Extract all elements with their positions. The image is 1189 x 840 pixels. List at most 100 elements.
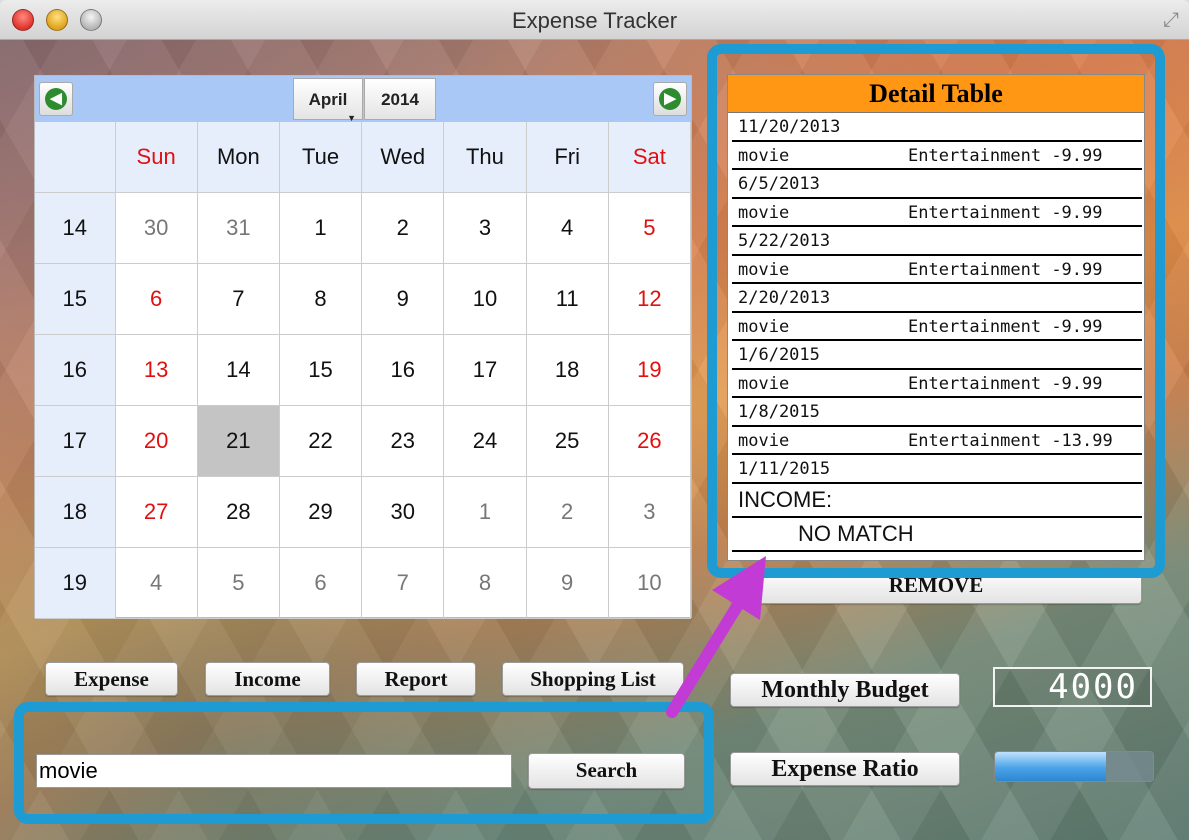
calendar-day[interactable]: 31 [197, 193, 280, 264]
calendar-day[interactable]: 3 [444, 193, 527, 264]
entry-amount: -9.99 [1051, 316, 1103, 337]
entry-name: movie [738, 430, 790, 451]
entry-category: Entertainment [908, 202, 1042, 223]
calendar-day[interactable]: 26 [608, 406, 691, 477]
entry-category: Entertainment [908, 430, 1042, 451]
expense-button[interactable]: Expense [45, 662, 178, 696]
calendar-day[interactable]: 24 [444, 406, 527, 477]
calendar-day[interactable]: 25 [526, 406, 609, 477]
calendar-day[interactable]: 5 [608, 193, 691, 264]
detail-entry-row[interactable]: movie Entertainment -9.99 [732, 313, 1142, 341]
detail-entry-row[interactable]: movie Entertainment -9.99 [732, 370, 1142, 398]
entry-category: Entertainment [908, 373, 1042, 394]
detail-entry-row[interactable]: movie Entertainment -9.99 [732, 199, 1142, 227]
calendar-day[interactable]: 17 [444, 335, 527, 406]
entry-amount: -13.99 [1051, 430, 1113, 451]
calendar-day[interactable]: 13 [115, 335, 198, 406]
calendar-day[interactable]: 12 [608, 264, 691, 335]
calendar-day[interactable]: 9 [362, 264, 445, 335]
no-match-text: NO MATCH [732, 518, 1142, 552]
detail-entry-row[interactable]: movie Entertainment -9.99 [732, 256, 1142, 284]
calendar-day[interactable]: 11 [526, 264, 609, 335]
shopping-list-button[interactable]: Shopping List [502, 662, 684, 696]
calendar-day[interactable]: 6 [279, 548, 363, 619]
entry-amount: -9.99 [1051, 259, 1103, 280]
year-select[interactable]: 2014 [364, 78, 436, 120]
calendar-day[interactable]: 10 [608, 548, 691, 619]
calendar-day[interactable]: 28 [197, 477, 280, 548]
calendar-day[interactable]: 14 [197, 335, 280, 406]
calendar-day[interactable]: 22 [279, 406, 363, 477]
calendar-day[interactable]: 4 [115, 548, 198, 619]
entry-amount: -9.99 [1051, 373, 1103, 394]
detail-table-rows: 11/20/2013 movie Entertainment -9.99 6/5/20… [728, 113, 1144, 455]
calendar-day[interactable]: 15 [279, 335, 363, 406]
calendar-day[interactable]: 2 [526, 477, 609, 548]
calendar-day[interactable]: 29 [279, 477, 363, 548]
detail-entry-row[interactable]: movie Entertainment -13.99 [732, 427, 1142, 455]
right-arrow-icon: ▶ [659, 88, 681, 110]
monthly-budget-button[interactable]: Monthly Budget [730, 673, 960, 707]
detail-last-date[interactable]: 1/11/2015 [732, 455, 1142, 484]
entry-category-amount: Entertainment -13.99 [908, 427, 1113, 455]
calendar-day[interactable]: 18 [526, 335, 609, 406]
calendar-day[interactable]: 1 [279, 193, 363, 264]
calendar-day[interactable]: 16 [362, 335, 445, 406]
weekday-header-row: Sun Mon Tue Wed Thu Fri Sat [35, 122, 691, 193]
week-number: 15 [35, 264, 116, 335]
detail-date-row[interactable]: 6/5/2013 [732, 170, 1142, 199]
search-input[interactable]: movie [36, 754, 512, 788]
detail-date-row[interactable]: 5/22/2013 [732, 227, 1142, 256]
calendar-day[interactable]: 27 [115, 477, 198, 548]
weekday-label: Sat [608, 122, 691, 193]
entry-category-amount: Entertainment -9.99 [908, 142, 1103, 170]
entry-name: movie [738, 145, 790, 166]
calendar-day[interactable]: 20 [115, 406, 198, 477]
left-arrow-icon: ◀ [45, 88, 67, 110]
calendar-day[interactable]: 4 [526, 193, 609, 264]
detail-entry-row[interactable]: movie Entertainment -9.99 [732, 142, 1142, 170]
calendar-day[interactable]: 2 [362, 193, 445, 264]
calendar-day[interactable]: 5 [197, 548, 280, 619]
weekday-label: Mon [197, 122, 280, 193]
title-bar: Expense Tracker ⤢ [0, 0, 1189, 40]
calendar-day[interactable]: 7 [197, 264, 280, 335]
calendar-day[interactable]: 7 [362, 548, 445, 619]
calendar-day[interactable]: 8 [279, 264, 363, 335]
entry-category: Entertainment [908, 316, 1042, 337]
previous-month-button[interactable]: ◀ [39, 82, 73, 116]
calendar-day[interactable]: 3 [608, 477, 691, 548]
calendar-day[interactable]: 23 [362, 406, 445, 477]
calendar-day[interactable]: 1 [444, 477, 527, 548]
calendar-week-row: 16 13 14 15 16 17 18 19 [35, 335, 691, 406]
calendar-day[interactable]: 30 [362, 477, 445, 548]
calendar-day[interactable]: 19 [608, 335, 691, 406]
expense-ratio-button[interactable]: Expense Ratio [730, 752, 960, 786]
calendar-day[interactable]: 9 [526, 548, 609, 619]
entry-category-amount: Entertainment -9.99 [908, 199, 1103, 227]
calendar-day[interactable]: 10 [444, 264, 527, 335]
report-button[interactable]: Report [356, 662, 476, 696]
search-button[interactable]: Search [528, 753, 685, 789]
month-select[interactable]: April ▼ [293, 78, 363, 123]
detail-table-title: Detail Table [728, 75, 1144, 113]
remove-button[interactable]: REMOVE [730, 568, 1142, 604]
calendar-day[interactable]: 8 [444, 548, 527, 619]
calendar-day[interactable]: 30 [115, 193, 198, 264]
detail-date-row[interactable]: 1/8/2015 [732, 398, 1142, 427]
calendar: ◀ April ▼ 2014 ▶ Sun Mon Tue Wed Thu Fri Sat 14… [34, 75, 692, 619]
detail-date-row[interactable]: 1/6/2015 [732, 341, 1142, 370]
next-month-button[interactable]: ▶ [653, 82, 687, 116]
income-button[interactable]: Income [205, 662, 330, 696]
fullscreen-icon[interactable]: ⤢ [1163, 9, 1179, 32]
week-number: 19 [35, 548, 116, 619]
week-number: 18 [35, 477, 116, 548]
entry-amount: -9.99 [1051, 145, 1103, 166]
calendar-day[interactable]: 21 [197, 406, 280, 477]
calendar-week-row: 15 6 7 8 9 10 11 12 [35, 264, 691, 335]
window-title: Expense Tracker [511, 8, 678, 33]
detail-date-row[interactable]: 11/20/2013 [732, 113, 1142, 142]
detail-date-row[interactable]: 2/20/2013 [732, 284, 1142, 313]
calendar-header: ◀ April ▼ 2014 ▶ [35, 76, 691, 123]
calendar-day[interactable]: 6 [115, 264, 198, 335]
